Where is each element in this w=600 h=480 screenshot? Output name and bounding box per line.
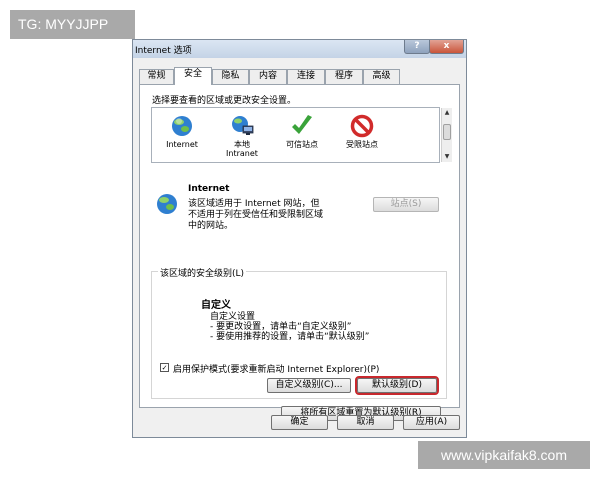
intranet-icon [232,116,254,135]
zone-restricted-sites[interactable]: 受限站点 [332,114,392,149]
security-level-group-title: 该区域的安全级别(L) [158,266,247,279]
globe-icon [157,194,177,214]
selected-zone-title: Internet [188,184,230,194]
sites-button[interactable]: 站点(S) [373,197,439,212]
watermark-top: TG: MYYJJPP [10,10,135,39]
zone-list-scrollbar[interactable]: ▲ ▼ [441,108,452,162]
zone-trusted-sites[interactable]: 可信站点 [272,114,332,149]
tab-privacy[interactable]: 隐私 [212,69,249,84]
tab-content[interactable]: 内容 [249,69,287,84]
apply-button[interactable]: 应用(A) [403,415,460,430]
protected-mode-checkbox[interactable]: ✓ [160,363,169,372]
watermark-bottom: www.vipkaifak8.com [418,441,590,469]
security-panel: 选择要查看的区域或更改安全设置。 Internet 本地 Intranet 可信… [139,84,460,421]
checkmark-icon [292,115,312,134]
protected-mode-label: 启用保护模式(要求重新启动 Internet Explorer)(P) [173,365,380,375]
close-button[interactable]: x [429,40,464,54]
scroll-up-icon[interactable]: ▲ [442,108,452,118]
globe-icon [172,116,192,136]
zone-label: 受限站点 [346,140,378,149]
tab-security[interactable]: 安全 [174,67,212,85]
help-button[interactable]: ? [404,40,430,54]
tab-programs[interactable]: 程序 [325,69,363,84]
security-level-desc-3: - 要使用推荐的设置，请单击“默认级别” [210,332,370,342]
zone-label: 可信站点 [286,140,318,149]
cancel-button[interactable]: 取消 [337,415,394,430]
window-title: Internet 选项 [135,46,192,56]
selected-zone-description: 该区域适用于 Internet 网站，但 不适用于列在受信任和受限制区域 中的网… [188,199,324,231]
zone-list: Internet 本地 Intranet 可信站点 受限站点 ▲ ▼ [151,107,452,163]
scroll-down-icon[interactable]: ▼ [442,152,452,162]
screenshot: TG: MYYJJPP Internet 选项 ? x 常规 安全 隐私 内容 … [0,0,600,480]
security-level-group: 该区域的安全级别(L) 自定义 自定义设置 - 要更改设置，请单击“自定义级别”… [151,266,447,399]
zone-label: Internet [166,140,198,149]
tab-advanced[interactable]: 高级 [363,69,400,84]
tab-connections[interactable]: 连接 [287,69,325,84]
restricted-icon [350,114,374,138]
dialog-client: 常规 安全 隐私 内容 连接 程序 高级 选择要查看的区域或更改安全设置。 In… [133,58,466,437]
custom-level-button[interactable]: 自定义级别(C)... [267,378,351,393]
scroll-thumb[interactable] [443,124,451,140]
internet-options-dialog: Internet 选项 ? x 常规 安全 隐私 内容 连接 程序 高级 选择要… [132,39,467,438]
zone-local-intranet[interactable]: 本地 Intranet [212,114,272,158]
zone-prompt: 选择要查看的区域或更改安全设置。 [152,96,297,106]
tab-general[interactable]: 常规 [139,69,174,84]
zone-internet[interactable]: Internet [152,114,212,149]
title-bar[interactable]: Internet 选项 ? x [133,40,466,58]
zone-label: 本地 Intranet [226,140,258,158]
default-level-button[interactable]: 默认级别(D) [355,376,439,395]
ok-button[interactable]: 确定 [271,415,328,430]
